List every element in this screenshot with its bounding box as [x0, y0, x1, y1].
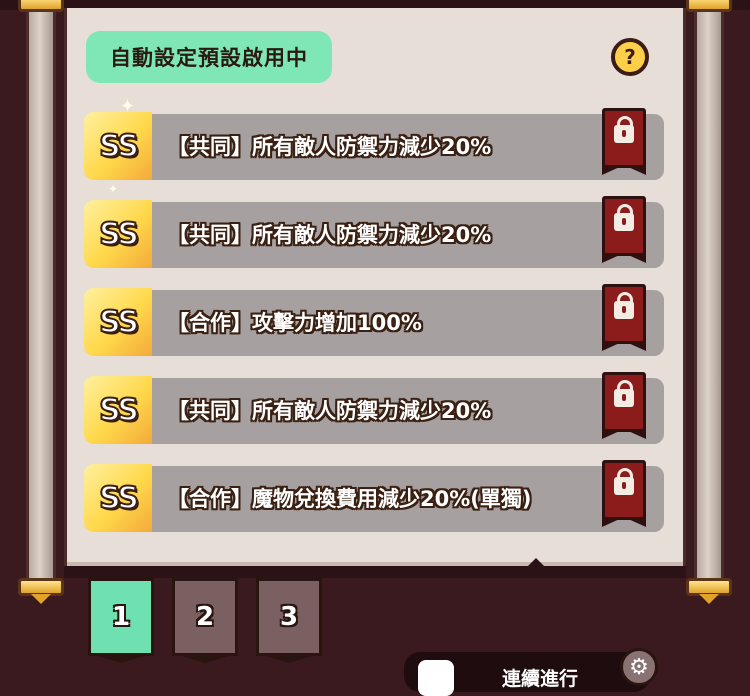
lock-icon [614, 116, 634, 143]
sparkle-icon: ✦ [108, 182, 119, 196]
lock-button[interactable] [602, 460, 646, 527]
lock-icon [614, 204, 634, 231]
lock-icon [614, 380, 634, 407]
option-row-3[interactable]: SS 【合作】攻擊力增加100% [84, 284, 664, 356]
scroll-rod-right [686, 0, 732, 604]
tab-preset-1[interactable]: 1 [88, 578, 154, 663]
tab-preset-3[interactable]: 3 [256, 578, 322, 663]
scroll-rod-left [18, 0, 64, 604]
preset-status-badge: 自動設定預設啟用中 [86, 31, 332, 83]
lock-icon [614, 292, 634, 319]
panel-notch [526, 558, 546, 568]
option-row-1[interactable]: SS 【共同】所有敵人防禦力減少20% [84, 108, 664, 180]
panel-bottom-edge [64, 566, 686, 578]
option-row-5[interactable]: SS 【合作】魔物兌換費用減少20%(單獨) [84, 460, 664, 532]
lock-icon [614, 468, 634, 495]
gear-icon[interactable]: ⚙ [620, 648, 658, 686]
tab-preset-2[interactable]: 2 [172, 578, 238, 663]
grade-badge: SS [84, 200, 152, 268]
question-icon[interactable]: ? [611, 38, 649, 76]
option-row-2[interactable]: SS 【共同】所有敵人防禦力減少20% [84, 196, 664, 268]
option-text: 【共同】所有敵人防禦力減少20% [168, 135, 492, 159]
option-text: 【共同】所有敵人防禦力減少20% [168, 399, 492, 423]
grade-badge: SS [84, 112, 152, 180]
lock-button[interactable] [602, 372, 646, 439]
continuous-checkbox[interactable] [418, 660, 454, 696]
option-text: 【合作】魔物兌換費用減少20%(單獨) [168, 487, 532, 511]
lock-button[interactable] [602, 284, 646, 351]
option-text: 【合作】攻擊力增加100% [168, 311, 422, 335]
option-text: 【共同】所有敵人防禦力減少20% [168, 223, 492, 247]
grade-badge: SS [84, 288, 152, 356]
continuous-label: 連續進行 [501, 668, 578, 690]
lock-button[interactable] [602, 108, 646, 175]
grade-badge: SS [84, 464, 152, 532]
lock-button[interactable] [602, 196, 646, 263]
grade-badge: SS [84, 376, 152, 444]
option-row-4[interactable]: SS 【共同】所有敵人防禦力減少20% [84, 372, 664, 444]
